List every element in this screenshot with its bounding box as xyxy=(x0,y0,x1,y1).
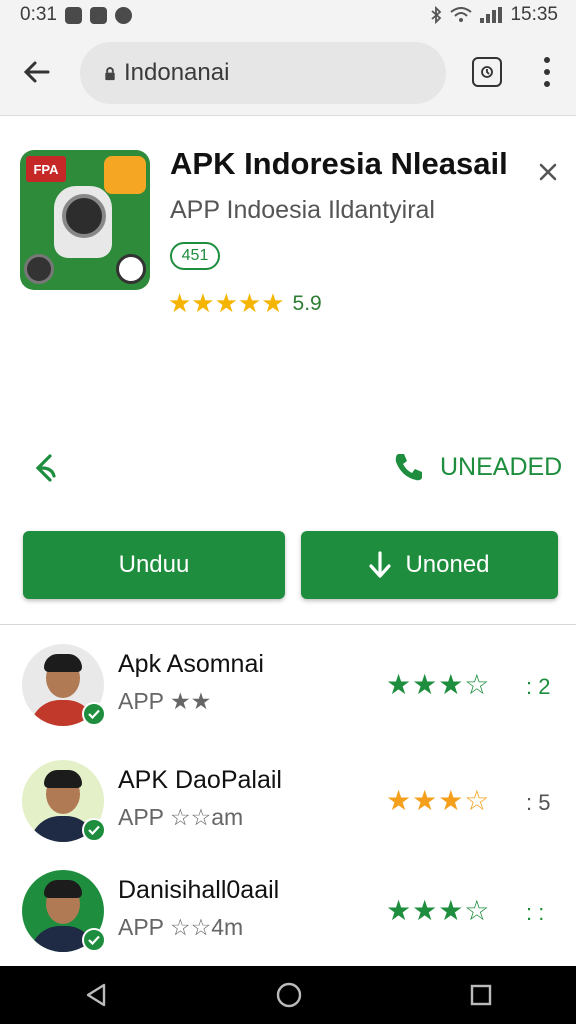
call-action[interactable]: UNEADED xyxy=(392,450,562,484)
download-button[interactable]: Unduu xyxy=(23,531,285,599)
overflow-menu-button[interactable] xyxy=(538,54,556,90)
age-rating-badge: 451 xyxy=(170,242,220,270)
status-bar: 0:31 15:35 xyxy=(0,0,576,30)
verified-icon xyxy=(82,702,106,726)
status-left: 0:31 xyxy=(20,4,132,26)
app-icon: FPA xyxy=(20,150,150,290)
app-rating: ★★★★★ 5.9 xyxy=(168,288,322,319)
lock-icon xyxy=(105,66,115,80)
rating-stars: ★★★★★ xyxy=(168,288,285,318)
download-button-label: Unduu xyxy=(118,551,190,578)
list-item-stars: ★★★☆ xyxy=(386,785,491,816)
nav-back-icon[interactable] xyxy=(84,982,108,1008)
rating-value: 5.9 xyxy=(292,291,322,315)
back-arrow-icon xyxy=(23,61,50,83)
list-item-count: : 5 xyxy=(526,790,551,815)
nav-home-icon[interactable] xyxy=(276,982,302,1008)
status-right: 15:35 xyxy=(430,4,558,26)
close-button[interactable] xyxy=(534,158,562,186)
app-icon-badge: FPA xyxy=(26,156,66,182)
list-item-subtitle: APP ★★ xyxy=(118,688,212,714)
list-item[interactable]: APK DaoPalail APP ☆☆am ★★★☆ : 5 xyxy=(0,760,576,860)
list-item[interactable]: Danisihall0aail APP ☆☆4m ★★★☆ : : xyxy=(0,870,576,970)
address-bar[interactable]: Indonanai xyxy=(80,42,446,104)
list-item-subtitle: APP ☆☆4m xyxy=(118,914,244,940)
list-item-stars: ★★★☆ xyxy=(386,895,491,926)
ball-right xyxy=(116,254,146,284)
open-button[interactable]: Unoned xyxy=(301,531,558,599)
tabs-icon xyxy=(481,66,493,78)
close-icon xyxy=(539,163,557,181)
list-item-name: Apk Asomnai xyxy=(118,650,264,678)
nav-recents-icon[interactable] xyxy=(470,984,492,1006)
wifi-icon xyxy=(450,7,473,22)
ball-left xyxy=(24,254,54,284)
list-item[interactable]: Apk Asomnai APP ★★ ★★★☆ : 2 xyxy=(0,644,576,744)
verified-icon xyxy=(82,818,106,842)
status-clock: 15:35 xyxy=(510,4,558,25)
url-text: Indonanai xyxy=(124,59,230,86)
divider xyxy=(0,624,576,625)
download-arrow-icon xyxy=(369,551,392,578)
app-subtitle: APP Indoesia Ildantyiral xyxy=(170,196,435,224)
notification-image-icon xyxy=(89,6,107,24)
list-item-subtitle: APP ☆☆am xyxy=(118,804,244,830)
notification-dot-icon xyxy=(114,6,132,24)
list-item-name: Danisihall0aail xyxy=(118,876,280,904)
list-item-count: : 2 xyxy=(526,674,551,699)
status-time: 0:31 xyxy=(20,4,57,25)
app-title: APK Indoresia Nleasail xyxy=(170,146,508,181)
share-button[interactable] xyxy=(30,448,60,488)
bluetooth-icon xyxy=(431,6,442,24)
app-icon-corner xyxy=(104,156,146,194)
back-button[interactable] xyxy=(18,54,54,90)
share-icon xyxy=(35,454,56,482)
open-button-label: Unoned xyxy=(405,551,490,578)
browser-toolbar: Indonanai xyxy=(0,30,576,116)
tabs-button[interactable] xyxy=(472,57,502,87)
camera-lens xyxy=(62,194,106,238)
list-item-count: : : xyxy=(526,900,545,925)
verified-icon xyxy=(82,928,106,952)
list-item-name: APK DaoPalail xyxy=(118,766,282,794)
list-item-stars: ★★★☆ xyxy=(386,669,491,700)
call-action-label: UNEADED xyxy=(440,452,563,481)
navigation-bar xyxy=(0,966,576,1024)
phone-icon xyxy=(395,454,422,481)
signal-icon xyxy=(480,7,503,23)
notification-app-icon xyxy=(64,6,82,24)
